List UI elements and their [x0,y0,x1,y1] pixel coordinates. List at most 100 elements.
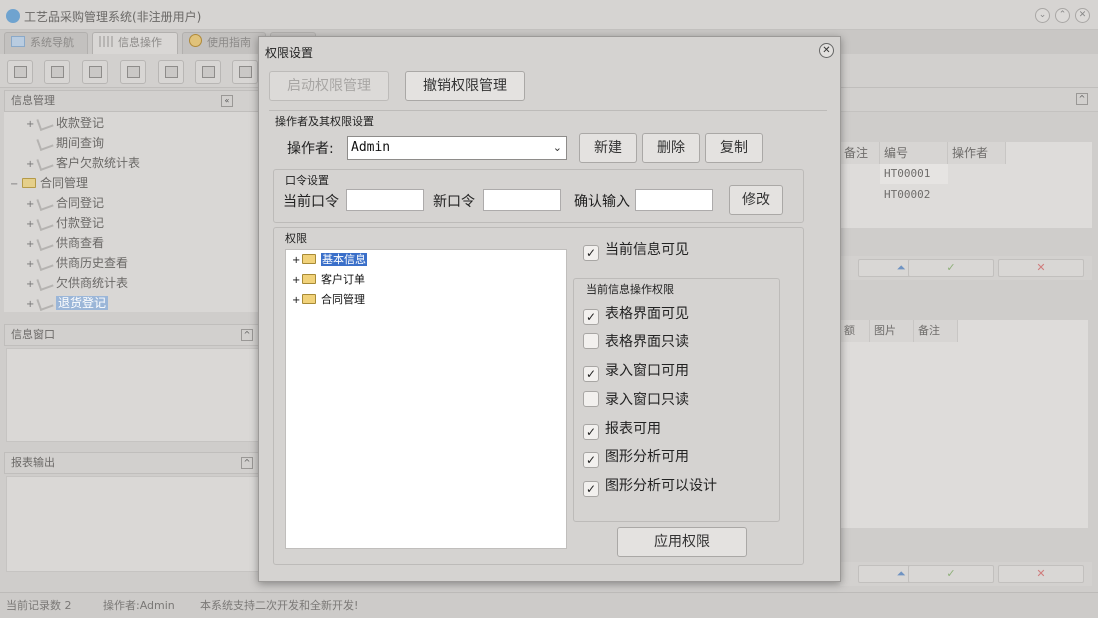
checkbox-box: ✓ [583,366,599,382]
tool-icon [36,274,54,292]
permission-dialog: 权限设置 ✕ 启动权限管理 撤销权限管理 操作者及其权限设置 操作者: Admi… [258,36,841,582]
tree-item[interactable]: + 收款登记 [26,113,104,133]
column-header[interactable]: 额 [840,320,870,342]
perm-tree-item[interactable]: + 合同管理 [292,290,365,310]
tree-item[interactable]: + 供商历史查看 [26,253,128,273]
tree-item[interactable]: + 欠供商统计表 [26,273,128,293]
checkbox-box [583,333,599,349]
info-window-header: 信息窗口 ^ [4,324,260,346]
close-app-button[interactable]: ✕ [1075,8,1090,23]
export-button[interactable] [195,60,221,84]
modify-password-button[interactable]: 修改 [729,185,783,215]
current-visible-checkbox[interactable]: ✓ 当前信息可见 [583,240,689,261]
expander: + [292,255,301,266]
ops-group-label: 当前信息操作权限 [586,283,674,296]
divider [269,110,827,111]
revoke-permission-button[interactable]: 撤销权限管理 [405,71,525,101]
search-button[interactable] [7,60,33,84]
entry-usable-checkbox[interactable]: ✓ 录入窗口可用 [583,361,689,382]
collapse-icon[interactable]: ^ [241,329,253,341]
column-header[interactable]: 图片 [870,320,914,342]
chevron-down-icon: ⌄ [552,141,562,154]
tool-icon [36,234,54,252]
tree-item-label: 合同管理 [40,176,89,190]
new-operator-button[interactable]: 新建 [579,133,637,163]
tree-item-label: 退货登记 [56,296,109,310]
password-group-label: 口令设置 [285,174,329,187]
users-button[interactable] [120,60,146,84]
table-readonly-checkbox[interactable]: 表格界面只读 [583,332,689,352]
perm-tree-item[interactable]: + 基本信息 [292,250,367,270]
document-icon [89,66,102,78]
table-cell[interactable]: HT00001 [880,164,948,184]
apply-permission-button[interactable]: 应用权限 [617,527,747,557]
tool-icon [36,114,54,132]
confirm-password-input[interactable] [635,189,713,211]
document-button[interactable] [82,60,108,84]
confirm-button[interactable]: ✓ [908,259,994,277]
confirm-pwd-label: 确认输入 [574,194,630,210]
current-password-input[interactable] [346,189,424,211]
window-button[interactable] [158,60,184,84]
minimize-button[interactable]: ⌄ [1035,8,1050,23]
new-password-input[interactable] [483,189,561,211]
export-icon [202,66,215,78]
tool-icon [36,254,54,272]
entry-readonly-checkbox[interactable]: 录入窗口只读 [583,390,689,410]
search-icon [14,66,27,78]
checkbox-box: ✓ [583,309,599,325]
tree-item-label: 欠供商统计表 [56,276,129,290]
enable-permission-button[interactable]: 启动权限管理 [269,71,389,101]
tab-label: 信息操作 [118,36,162,49]
tree-item[interactable]: 期间查询 [26,133,104,153]
perm-tree-label: 客户订单 [321,273,365,286]
column-header[interactable]: 操作者 [948,142,1006,164]
column-header[interactable]: 备注 [914,320,958,342]
tree-item[interactable]: + 付款登记 [26,213,104,233]
tree-item[interactable]: + 合同登记 [26,193,104,213]
column-header[interactable]: 编号 [880,142,948,164]
tab-info-ops[interactable]: 信息操作 [92,32,178,54]
column-header[interactable]: 备注 [840,142,880,164]
panel-title: 信息窗口 [11,328,55,341]
maximize-button[interactable]: ⌃ [1055,8,1070,23]
collapse-button[interactable]: « [221,95,233,107]
perm-tree-label: 基本信息 [321,253,367,266]
tree-item[interactable]: + 客户欠款统计表 [26,153,140,173]
collapse-icon[interactable]: ^ [1076,93,1088,105]
tree-item[interactable]: + 退货登记 [26,293,109,312]
table-visible-checkbox[interactable]: ✓ 表格界面可见 [583,304,689,325]
tree-item-label: 供商历史查看 [56,256,129,270]
compass-icon [189,34,202,47]
cancel-button[interactable]: ✕ [998,565,1084,583]
collapse-icon[interactable]: ^ [241,457,253,469]
copy-operator-button[interactable]: 复制 [705,133,763,163]
operator-select[interactable]: Admin ⌄ [347,136,567,160]
tree-item[interactable]: − 合同管理 [10,173,88,193]
tab-system-nav[interactable]: 系统导航 [4,32,88,54]
confirm-button[interactable]: ✓ [908,565,994,583]
info-mgmt-tree: + 收款登记 期间查询 + 客户欠款统计表 − 合同管理 + 合同登记 + 付款登记 + 供… [4,112,260,312]
list-button[interactable] [44,60,70,84]
checkbox-label: 图形分析可用 [605,449,689,465]
table-cell[interactable]: HT00002 [880,185,948,205]
current-pwd-label: 当前口令 [283,194,339,210]
detail-grid: 额 图片 备注 [840,320,1088,528]
print-button[interactable] [232,60,258,84]
checkbox-label: 表格界面只读 [605,334,689,350]
checkbox-box: ✓ [583,424,599,440]
report-usable-checkbox[interactable]: ✓ 报表可用 [583,419,661,440]
chart-usable-checkbox[interactable]: ✓ 图形分析可用 [583,447,689,468]
expander: + [26,159,35,170]
checkbox-label: 图形分析可以设计 [605,478,717,494]
dialog-close-button[interactable]: ✕ [819,43,834,58]
checkbox-label: 报表可用 [605,421,661,437]
chart-design-checkbox[interactable]: ✓ 图形分析可以设计 [583,476,717,497]
delete-operator-button[interactable]: 删除 [642,133,700,163]
tree-item[interactable]: + 供商查看 [26,233,104,253]
perm-tree-item[interactable]: + 客户订单 [292,270,365,290]
tab-user-guide[interactable]: 使用指南 [182,32,266,54]
app-title: 工艺品采购管理系统(非注册用户) [24,10,202,24]
cancel-button[interactable]: ✕ [998,259,1084,277]
report-output-body [6,476,260,572]
